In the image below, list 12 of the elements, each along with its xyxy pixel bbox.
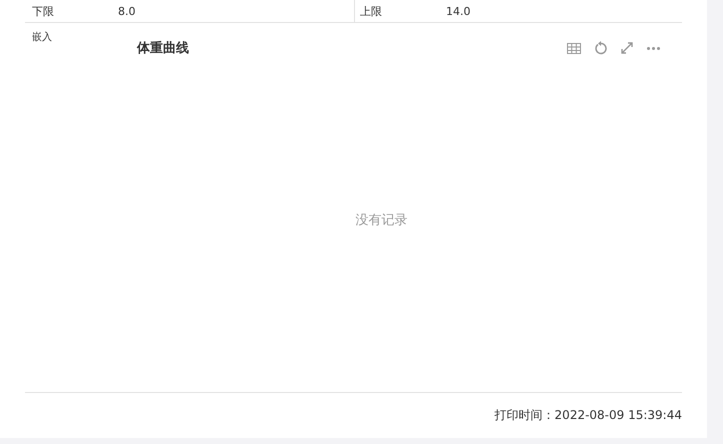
chart-title: 体重曲线 (137, 40, 189, 57)
field-value: 14.0 (446, 4, 470, 18)
table-icon[interactable] (567, 42, 581, 54)
more-icon[interactable] (647, 46, 660, 50)
expand-icon[interactable] (621, 42, 633, 54)
empty-message: 没有记录 (356, 212, 408, 228)
field-value: 8.0 (118, 4, 136, 18)
refresh-icon[interactable] (595, 41, 607, 55)
print-time: 打印时间：2022-08-09 15:39:44 (494, 407, 682, 424)
field-label: 上限 (360, 4, 383, 18)
section-label: 嵌入 (32, 30, 53, 44)
field-label: 下限 (32, 4, 55, 18)
